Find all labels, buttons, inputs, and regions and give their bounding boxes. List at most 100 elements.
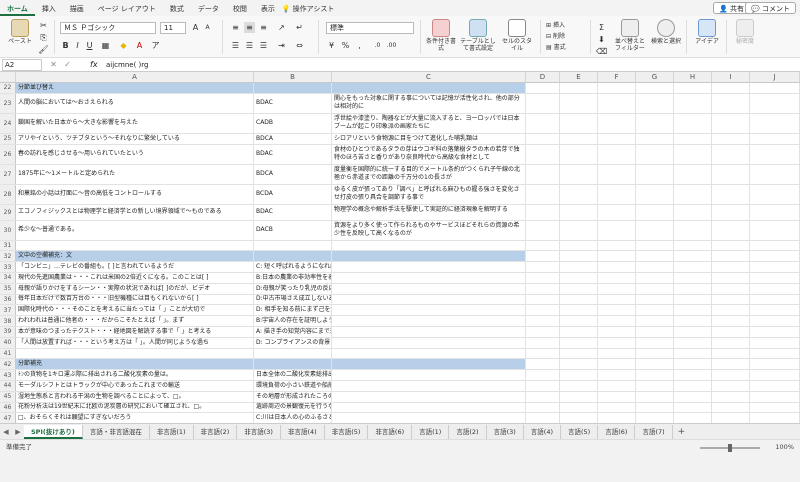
- cell-f[interactable]: [598, 294, 636, 305]
- cell-c[interactable]: 資源をより多く使って作られるものやサービスほどそれらの資源の希少性を反映して高く…: [332, 220, 526, 240]
- format-cells-button[interactable]: ▤ 書式: [546, 44, 586, 51]
- cell-j[interactable]: [750, 240, 800, 251]
- cell-h[interactable]: [674, 413, 712, 423]
- row-number[interactable]: 39: [0, 327, 16, 337]
- sum-icon[interactable]: Σ: [596, 22, 607, 33]
- zoom-slider-handle[interactable]: [728, 444, 732, 452]
- cell-b[interactable]: B:宇宙人の存在を証明しようとする人々は: [254, 316, 332, 326]
- cell-g[interactable]: [636, 283, 674, 294]
- clear-icon[interactable]: ⌫: [596, 46, 607, 57]
- cell-f[interactable]: [598, 262, 636, 272]
- format-as-table-button[interactable]: テーブルとして書式設定: [458, 19, 498, 52]
- row-number[interactable]: 32: [0, 251, 16, 262]
- row-number[interactable]: 23: [0, 93, 16, 113]
- cell-b[interactable]: 遺跡周辺の景観復元を行うなど環境考古学: [254, 402, 332, 413]
- column-header-i[interactable]: I: [712, 72, 750, 83]
- font-size-select[interactable]: 11: [160, 22, 186, 34]
- cell-c[interactable]: [332, 348, 526, 359]
- column-header-c[interactable]: C: [332, 72, 526, 83]
- cell-d[interactable]: [526, 391, 560, 402]
- cell-h[interactable]: [674, 204, 712, 220]
- insert-cells-button[interactable]: ⊞ 挿入: [546, 22, 586, 29]
- cell-c[interactable]: [332, 251, 526, 262]
- cell-g[interactable]: [636, 305, 674, 316]
- tab-insert[interactable]: 挿入: [35, 2, 63, 16]
- cell-j[interactable]: [750, 220, 800, 240]
- cell-a[interactable]: アリやイという、ツチブタという～それなりに繁栄している: [16, 133, 254, 144]
- tab-page-layout[interactable]: ページ レイアウト: [91, 2, 163, 16]
- cell-g[interactable]: [636, 83, 674, 93]
- cell-f[interactable]: [598, 273, 636, 283]
- align-right-icon[interactable]: ☰: [258, 40, 269, 51]
- sheet-tab[interactable]: 言語(2): [449, 424, 487, 439]
- cell-d[interactable]: [526, 240, 560, 251]
- comma-style-icon[interactable]: ,: [354, 40, 365, 51]
- cell-a[interactable]: 国際化時代の・・・そのことを考えるに当たっては「 」ことが大切で: [16, 305, 254, 316]
- cell-a[interactable]: [16, 240, 254, 251]
- cell-g[interactable]: [636, 370, 674, 380]
- cell-i[interactable]: [712, 273, 750, 283]
- cell-g[interactable]: [636, 133, 674, 144]
- underline-icon[interactable]: U: [84, 40, 95, 51]
- cell-c[interactable]: [332, 316, 526, 326]
- cell-h[interactable]: [674, 240, 712, 251]
- cell-e[interactable]: [560, 327, 598, 337]
- cell-b[interactable]: [254, 359, 332, 370]
- zoom-level[interactable]: 100%: [775, 440, 794, 455]
- cell-c[interactable]: 食材のひとつであるタラの芽はウコギ科の落葉樹タラの木の若芽で独特のほろ苦さと香り…: [332, 144, 526, 164]
- cell-h[interactable]: [674, 348, 712, 359]
- cell-h[interactable]: [674, 83, 712, 93]
- cell-g[interactable]: [636, 413, 674, 423]
- column-header-h[interactable]: H: [674, 72, 712, 83]
- cell-j[interactable]: [750, 164, 800, 184]
- cell-f[interactable]: [598, 133, 636, 144]
- align-middle-icon[interactable]: ≡: [244, 22, 255, 33]
- cell-c[interactable]: 関心をもった対象に関する事については記憶が活性化され、他の部分は相対的に: [332, 93, 526, 113]
- cell-c[interactable]: 物理学の概念や解析手法を駆使して実証的に経済現象を解明する: [332, 204, 526, 220]
- cell-f[interactable]: [598, 113, 636, 133]
- cell-d[interactable]: [526, 413, 560, 423]
- cell-i[interactable]: [712, 348, 750, 359]
- sheet-tab[interactable]: 言語(6): [598, 424, 636, 439]
- cell-j[interactable]: [750, 283, 800, 294]
- cell-g[interactable]: [636, 204, 674, 220]
- cell-d[interactable]: [526, 327, 560, 337]
- tab-view[interactable]: 表示: [254, 2, 282, 16]
- cell-j[interactable]: [750, 262, 800, 272]
- sort-filter-button[interactable]: 並べ替えとフィルター: [612, 19, 648, 52]
- font-name-select[interactable]: ＭＳ Ｐゴシック: [60, 22, 156, 34]
- cell-f[interactable]: [598, 144, 636, 164]
- cell-d[interactable]: [526, 381, 560, 391]
- orientation-icon[interactable]: ↗: [276, 22, 287, 33]
- column-header-g[interactable]: G: [636, 72, 674, 83]
- prev-sheet-icon[interactable]: ◀: [0, 428, 12, 436]
- cell-b[interactable]: BDAC: [254, 204, 332, 220]
- cell-i[interactable]: [712, 83, 750, 93]
- cell-i[interactable]: [712, 164, 750, 184]
- cell-h[interactable]: [674, 294, 712, 305]
- tab-formulas[interactable]: 数式: [163, 2, 191, 16]
- cell-g[interactable]: [636, 402, 674, 413]
- row-number[interactable]: 33: [0, 262, 16, 272]
- cell-d[interactable]: [526, 316, 560, 326]
- cell-j[interactable]: [750, 251, 800, 262]
- cell-d[interactable]: [526, 113, 560, 133]
- cell-i[interactable]: [712, 251, 750, 262]
- cell-f[interactable]: [598, 402, 636, 413]
- cell-j[interactable]: [750, 133, 800, 144]
- cell-c[interactable]: [332, 359, 526, 370]
- align-left-icon[interactable]: ☰: [230, 40, 241, 51]
- format-painter-icon[interactable]: 🖌: [38, 44, 49, 55]
- cell-g[interactable]: [636, 273, 674, 283]
- cell-c[interactable]: [332, 83, 526, 93]
- row-number[interactable]: 40: [0, 337, 16, 348]
- cell-d[interactable]: [526, 273, 560, 283]
- cell-b[interactable]: その地層が形成されたころの周囲の植生や: [254, 391, 332, 402]
- cell-i[interactable]: [712, 305, 750, 316]
- copy-icon[interactable]: ⎘: [38, 32, 49, 43]
- row-number[interactable]: 43: [0, 370, 16, 380]
- align-top-icon[interactable]: ≡: [230, 22, 241, 33]
- cell-j[interactable]: [750, 184, 800, 204]
- cell-a[interactable]: 湿地生態系と言われる干潟の生物を調べることによって、□。: [16, 391, 254, 402]
- cell-e[interactable]: [560, 413, 598, 423]
